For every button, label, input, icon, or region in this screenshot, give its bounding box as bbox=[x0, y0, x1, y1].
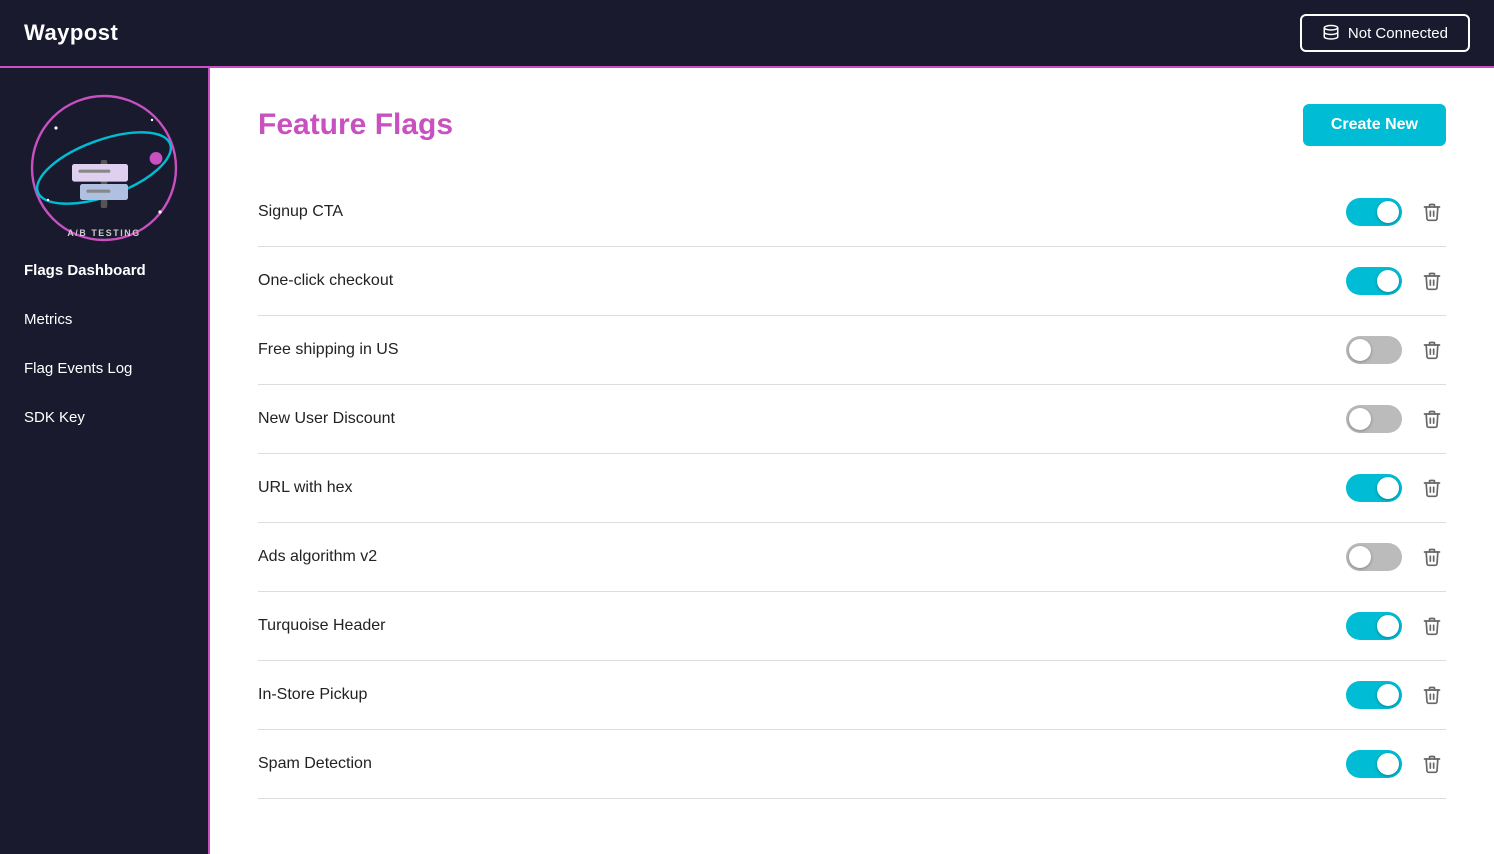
flag-controls bbox=[1346, 681, 1446, 709]
flag-delete-button[interactable] bbox=[1418, 198, 1446, 226]
flag-delete-button[interactable] bbox=[1418, 474, 1446, 502]
page-title: Feature Flags bbox=[258, 108, 453, 142]
flag-name: Spam Detection bbox=[258, 755, 372, 773]
flag-toggle[interactable] bbox=[1346, 267, 1402, 295]
flag-controls bbox=[1346, 612, 1446, 640]
waypost-logo: A/B TESTING bbox=[24, 88, 184, 248]
flag-name: In-Store Pickup bbox=[258, 686, 367, 704]
flag-controls bbox=[1346, 405, 1446, 433]
flag-toggle[interactable] bbox=[1346, 405, 1402, 433]
sidebar-item-flag-events-log[interactable]: Flag Events Log bbox=[0, 346, 208, 391]
flag-row: Turquoise Header bbox=[258, 592, 1446, 661]
flag-name: New User Discount bbox=[258, 410, 395, 428]
flag-toggle[interactable] bbox=[1346, 474, 1402, 502]
flag-controls bbox=[1346, 267, 1446, 295]
flag-delete-button[interactable] bbox=[1418, 543, 1446, 571]
flag-name: Ads algorithm v2 bbox=[258, 548, 377, 566]
flag-controls bbox=[1346, 474, 1446, 502]
create-new-button[interactable]: Create New bbox=[1303, 104, 1446, 146]
flag-delete-button[interactable] bbox=[1418, 405, 1446, 433]
flag-name: URL with hex bbox=[258, 479, 353, 497]
svg-text:A/B TESTING: A/B TESTING bbox=[67, 228, 140, 238]
flag-name: Signup CTA bbox=[258, 203, 343, 221]
flag-row: In-Store Pickup bbox=[258, 661, 1446, 730]
flag-delete-button[interactable] bbox=[1418, 750, 1446, 778]
trash-icon bbox=[1422, 547, 1442, 567]
trash-icon bbox=[1422, 616, 1442, 636]
trash-icon bbox=[1422, 271, 1442, 291]
flag-toggle[interactable] bbox=[1346, 681, 1402, 709]
flag-row: New User Discount bbox=[258, 385, 1446, 454]
sidebar-item-flags-dashboard[interactable]: Flags Dashboard bbox=[0, 248, 208, 293]
page-header: Feature Flags Create New bbox=[258, 104, 1446, 146]
trash-icon bbox=[1422, 685, 1442, 705]
flag-delete-button[interactable] bbox=[1418, 612, 1446, 640]
flag-name: Free shipping in US bbox=[258, 341, 399, 359]
app-logo-text: Waypost bbox=[24, 20, 118, 46]
flag-controls bbox=[1346, 336, 1446, 364]
trash-icon bbox=[1422, 478, 1442, 498]
connection-label: Not Connected bbox=[1348, 25, 1448, 42]
sidebar-item-metrics[interactable]: Metrics bbox=[0, 297, 208, 342]
flag-delete-button[interactable] bbox=[1418, 267, 1446, 295]
flag-row: Ads algorithm v2 bbox=[258, 523, 1446, 592]
flag-row: Signup CTA bbox=[258, 178, 1446, 247]
database-icon bbox=[1322, 24, 1340, 42]
flag-controls bbox=[1346, 198, 1446, 226]
sidebar-nav: Flags Dashboard Metrics Flag Events Log … bbox=[0, 248, 208, 440]
flag-row: One-click checkout bbox=[258, 247, 1446, 316]
flag-toggle[interactable] bbox=[1346, 612, 1402, 640]
flag-toggle[interactable] bbox=[1346, 543, 1402, 571]
trash-icon bbox=[1422, 202, 1442, 222]
sidebar-item-sdk-key[interactable]: SDK Key bbox=[0, 395, 208, 440]
flag-toggle[interactable] bbox=[1346, 750, 1402, 778]
flag-row: Free shipping in US bbox=[258, 316, 1446, 385]
trash-icon bbox=[1422, 754, 1442, 774]
trash-icon bbox=[1422, 340, 1442, 360]
flag-delete-button[interactable] bbox=[1418, 681, 1446, 709]
flag-toggle[interactable] bbox=[1346, 336, 1402, 364]
flag-row: URL with hex bbox=[258, 454, 1446, 523]
sidebar: A/B TESTING Flags Dashboard Metrics Flag… bbox=[0, 68, 210, 854]
app-header: Waypost Not Connected bbox=[0, 0, 1494, 68]
flag-name: One-click checkout bbox=[258, 272, 393, 290]
flag-controls bbox=[1346, 750, 1446, 778]
flag-row: Spam Detection bbox=[258, 730, 1446, 799]
flag-list: Signup CTA One-click checkout Free shipp… bbox=[258, 178, 1446, 799]
flag-toggle[interactable] bbox=[1346, 198, 1402, 226]
flag-controls bbox=[1346, 543, 1446, 571]
main-layout: A/B TESTING Flags Dashboard Metrics Flag… bbox=[0, 68, 1494, 854]
main-content: Feature Flags Create New Signup CTA One-… bbox=[210, 68, 1494, 854]
connection-button[interactable]: Not Connected bbox=[1300, 14, 1470, 52]
flag-name: Turquoise Header bbox=[258, 617, 385, 635]
flag-delete-button[interactable] bbox=[1418, 336, 1446, 364]
trash-icon bbox=[1422, 409, 1442, 429]
